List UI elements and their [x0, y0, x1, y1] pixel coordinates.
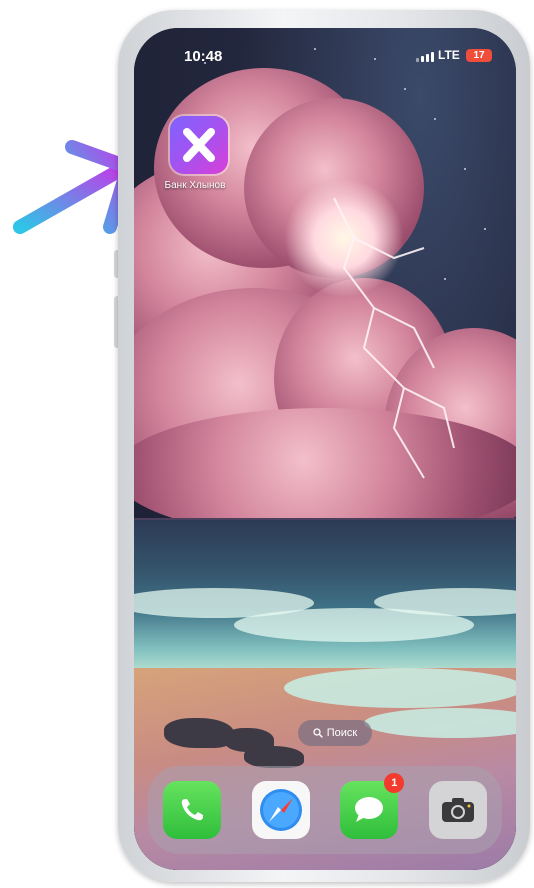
dock: 1 [148, 766, 502, 854]
app-label: Банк Хлынов [164, 180, 226, 191]
network-type: LTE [438, 48, 460, 62]
dock-camera-app[interactable] [428, 781, 487, 839]
battery-indicator: 17 [466, 49, 492, 62]
chat-bubble-icon [355, 797, 384, 822]
notification-badge: 1 [384, 773, 405, 793]
search-icon [313, 728, 323, 738]
compass-icon [259, 789, 302, 831]
app-bank-khlynov[interactable]: Банк Хлынов [165, 116, 230, 191]
phone-icon [181, 799, 204, 821]
spotlight-search-button[interactable]: Поиск [298, 720, 372, 746]
x-icon [183, 128, 215, 162]
camera-icon [441, 798, 474, 822]
signal-strength-icon [416, 52, 434, 62]
home-screen: 10:48 LTE 17 Банк Хлынов Поиск 1 [134, 28, 516, 870]
status-bar: 10:48 LTE 17 [134, 28, 516, 78]
bank-khlynov-app-icon[interactable] [170, 116, 228, 174]
status-time: 10:48 [184, 48, 223, 65]
dock-safari-app[interactable] [251, 781, 310, 839]
search-label: Поиск [326, 727, 358, 739]
dock-messages-app[interactable]: 1 [340, 773, 405, 839]
dock-phone-app[interactable] [163, 781, 222, 839]
lightning-bolt [333, 197, 455, 479]
